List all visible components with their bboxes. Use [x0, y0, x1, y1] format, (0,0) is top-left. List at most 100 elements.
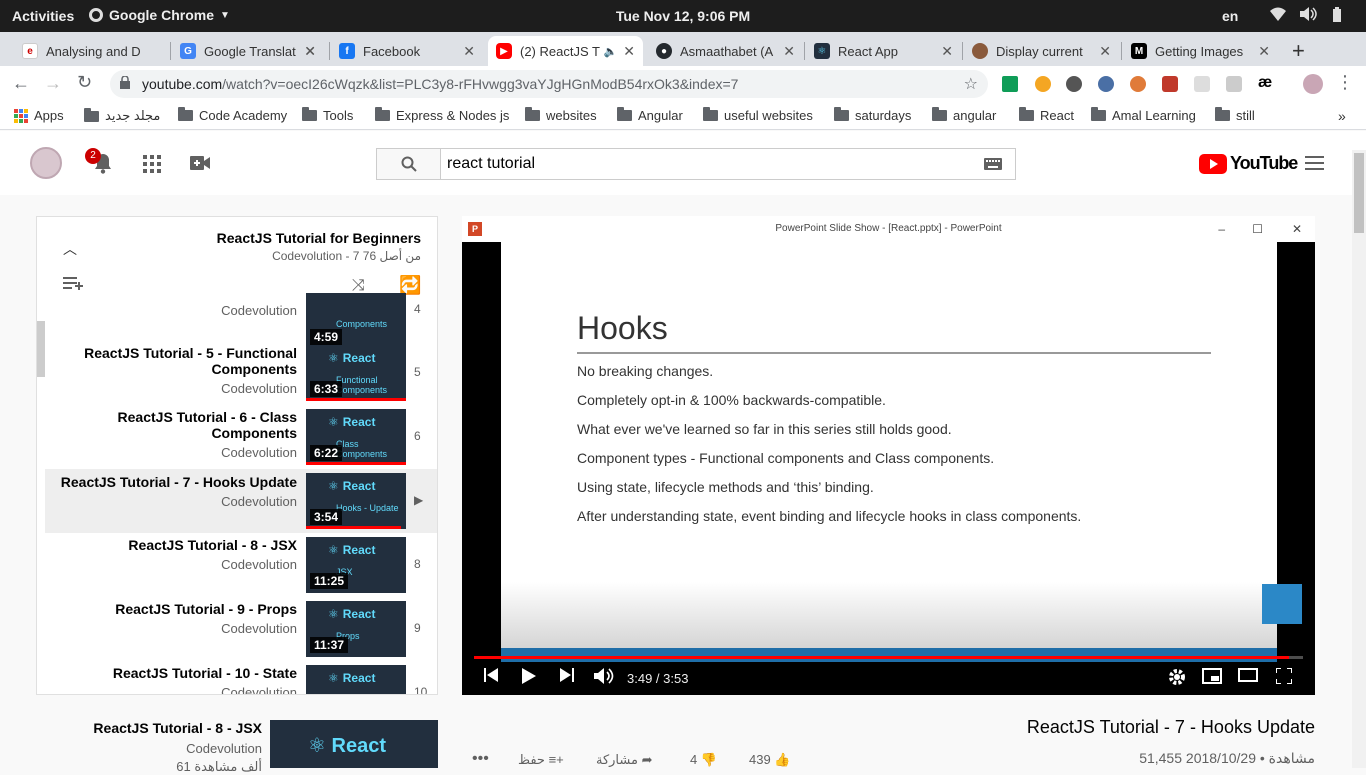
- close-tab-icon[interactable]: ✕: [463, 43, 475, 60]
- playlist-item[interactable]: ReactJS Tutorial - 8 - JSX Codevolution …: [45, 533, 437, 597]
- tab-facebook[interactable]: f Facebook ✕: [331, 36, 483, 66]
- save-button[interactable]: حفظ ≡+: [518, 752, 564, 768]
- tab-react-app[interactable]: ⚛ React App ✕: [806, 36, 961, 66]
- playlist-scrollbar[interactable]: [37, 321, 45, 377]
- watch-progress: [306, 526, 401, 529]
- tab-display-current[interactable]: Display current ✕: [964, 36, 1119, 66]
- bookmark-folder[interactable]: still: [1215, 107, 1255, 123]
- views-and-date: 51,455 مشاهدة • 2018/10/29: [1139, 750, 1315, 766]
- slide-bullet: No breaking changes.: [577, 363, 714, 379]
- wifi-icon[interactable]: [1270, 7, 1286, 21]
- bookmark-folder[interactable]: useful websites: [703, 107, 813, 123]
- video-title: ReactJS Tutorial - 7 - Hooks Update: [1026, 717, 1315, 737]
- miniplayer-icon[interactable]: [1202, 668, 1222, 684]
- user-avatar[interactable]: [30, 147, 62, 179]
- playlist-item[interactable]: ReactJS Tutorial - 6 - Class Components …: [45, 405, 437, 469]
- extension-grey-icon[interactable]: [1194, 76, 1210, 92]
- close-tab-icon[interactable]: ✕: [304, 43, 316, 60]
- bookmark-folder[interactable]: angular: [932, 107, 996, 123]
- suggested-video[interactable]: ReactJS Tutorial - 8 - JSX Codevolution …: [36, 720, 438, 774]
- video-player[interactable]: P PowerPoint Slide Show - [React.pptx] -…: [462, 216, 1315, 695]
- volume-icon[interactable]: [594, 668, 614, 684]
- bookmark-folder[interactable]: React: [1019, 107, 1074, 123]
- like-button[interactable]: 439 👍: [749, 752, 791, 768]
- bookmark-folder[interactable]: websites: [525, 107, 597, 123]
- scrollbar-thumb[interactable]: [1354, 153, 1364, 233]
- playlist-item[interactable]: ReactJS Tutorial - 9 - Props Codevolutio…: [45, 597, 437, 661]
- extension-tree-icon[interactable]: [1226, 76, 1242, 92]
- clock[interactable]: Tue Nov 12, 9:06 PM: [0, 8, 1366, 24]
- user-avatar-icon: [972, 43, 988, 59]
- create-video-icon[interactable]: [190, 156, 210, 170]
- slide-bullet: After understanding state, event binding…: [577, 508, 1082, 524]
- previous-icon[interactable]: [484, 668, 498, 682]
- profile-avatar[interactable]: [1303, 74, 1323, 94]
- bookmark-folder[interactable]: saturdays: [834, 107, 911, 123]
- battery-icon[interactable]: [1332, 7, 1342, 23]
- hamburger-menu-icon[interactable]: [1305, 156, 1324, 170]
- new-tab-icon[interactable]: +: [1292, 38, 1305, 64]
- forward-icon[interactable]: →: [44, 73, 62, 94]
- slide-bullets: No breaking changes. Completely opt-in &…: [577, 363, 1081, 537]
- folder-icon: [525, 107, 540, 121]
- close-tab-icon[interactable]: ✕: [623, 43, 635, 60]
- suggested-thumbnail: ⚛ React: [270, 720, 438, 768]
- playlist-item[interactable]: ReactJS Tutorial - 10 - State Codevoluti…: [45, 661, 437, 694]
- tab-medium[interactable]: M Getting Images ✕: [1123, 36, 1278, 66]
- tab-github[interactable]: ● Asmaathabet (A ✕: [648, 36, 803, 66]
- folder-icon: [1215, 107, 1230, 121]
- extension-blue-icon[interactable]: [1098, 76, 1114, 92]
- address-bar[interactable]: youtube.com/watch?v=oecI26cWqzk&list=PLC…: [110, 70, 988, 98]
- close-tab-icon[interactable]: ✕: [941, 43, 953, 60]
- page-scrollbar[interactable]: [1352, 150, 1366, 768]
- apps-shortcut[interactable]: Apps: [14, 108, 64, 123]
- extension-gear-icon[interactable]: [1035, 76, 1051, 92]
- bookmark-folder[interactable]: Code Academy: [178, 107, 287, 123]
- bookmark-folder[interactable]: مجلد جديد: [84, 107, 160, 124]
- keyboard-language[interactable]: en: [1222, 8, 1238, 24]
- next-icon[interactable]: [560, 668, 574, 682]
- extension-face-icon[interactable]: [1130, 76, 1146, 92]
- extension-sheets-icon[interactable]: [1002, 76, 1018, 92]
- search-button[interactable]: [376, 148, 441, 180]
- tab-google-translate[interactable]: G Google Translat ✕: [172, 36, 324, 66]
- slide-bullet: Completely opt-in & 100% backwards-compa…: [577, 392, 886, 408]
- bookmark-folder[interactable]: Tools: [302, 107, 353, 123]
- apps-icon[interactable]: [143, 155, 161, 173]
- bookmark-folder[interactable]: Amal Learning: [1091, 107, 1196, 123]
- tab-youtube[interactable]: ▶ (2) ReactJS T 🔈 ✕: [488, 36, 643, 66]
- reload-icon[interactable]: ↻: [77, 72, 92, 93]
- play-icon[interactable]: [522, 668, 536, 684]
- back-icon[interactable]: ←: [12, 73, 30, 94]
- dislike-button[interactable]: 4 👎: [690, 752, 717, 768]
- close-tab-icon[interactable]: ✕: [1258, 43, 1270, 60]
- close-tab-icon[interactable]: ✕: [1099, 43, 1111, 60]
- bookmark-folder[interactable]: Angular: [617, 107, 683, 123]
- more-actions-icon[interactable]: •••: [472, 750, 489, 768]
- close-tab-icon[interactable]: ✕: [783, 43, 795, 60]
- menu-kebab-icon[interactable]: ⋮: [1336, 72, 1354, 93]
- react-icon: ⚛ React: [308, 735, 386, 757]
- playlist-item-current[interactable]: ReactJS Tutorial - 7 - Hooks Update Code…: [45, 469, 437, 533]
- playlist-title[interactable]: ReactJS Tutorial for Beginners: [217, 230, 421, 246]
- theater-mode-icon[interactable]: [1238, 668, 1258, 682]
- youtube-logo[interactable]: YouTube: [1199, 153, 1298, 174]
- more-bookmarks-icon[interactable]: »: [1338, 108, 1346, 124]
- settings-gear-icon[interactable]: [1168, 668, 1186, 686]
- search-input[interactable]: react tutorial: [440, 148, 1016, 180]
- volume-icon[interactable]: [1299, 7, 1317, 21]
- bookmark-folder[interactable]: Express & Nodes js: [375, 107, 509, 123]
- fullscreen-icon[interactable]: [1276, 668, 1292, 684]
- playlist-subtitle: Codevolution - 7 من أصل 76: [272, 249, 421, 263]
- notification-badge: 2: [85, 148, 101, 164]
- star-icon[interactable]: ☆: [964, 74, 978, 94]
- extension-ae-icon[interactable]: æ: [1258, 74, 1272, 92]
- extension-eyedropper-icon[interactable]: [1162, 76, 1178, 92]
- seek-bar[interactable]: [474, 656, 1303, 659]
- playlist-item[interactable]: ReactJS Tutorial - 5 - Functional Compon…: [45, 341, 437, 405]
- collapse-playlist-icon[interactable]: ︿: [63, 239, 77, 259]
- extension-wordpress-icon[interactable]: [1066, 76, 1082, 92]
- keyboard-icon[interactable]: [984, 158, 1002, 170]
- share-button[interactable]: مشاركة ➦: [596, 752, 653, 768]
- search-icon: [401, 156, 417, 172]
